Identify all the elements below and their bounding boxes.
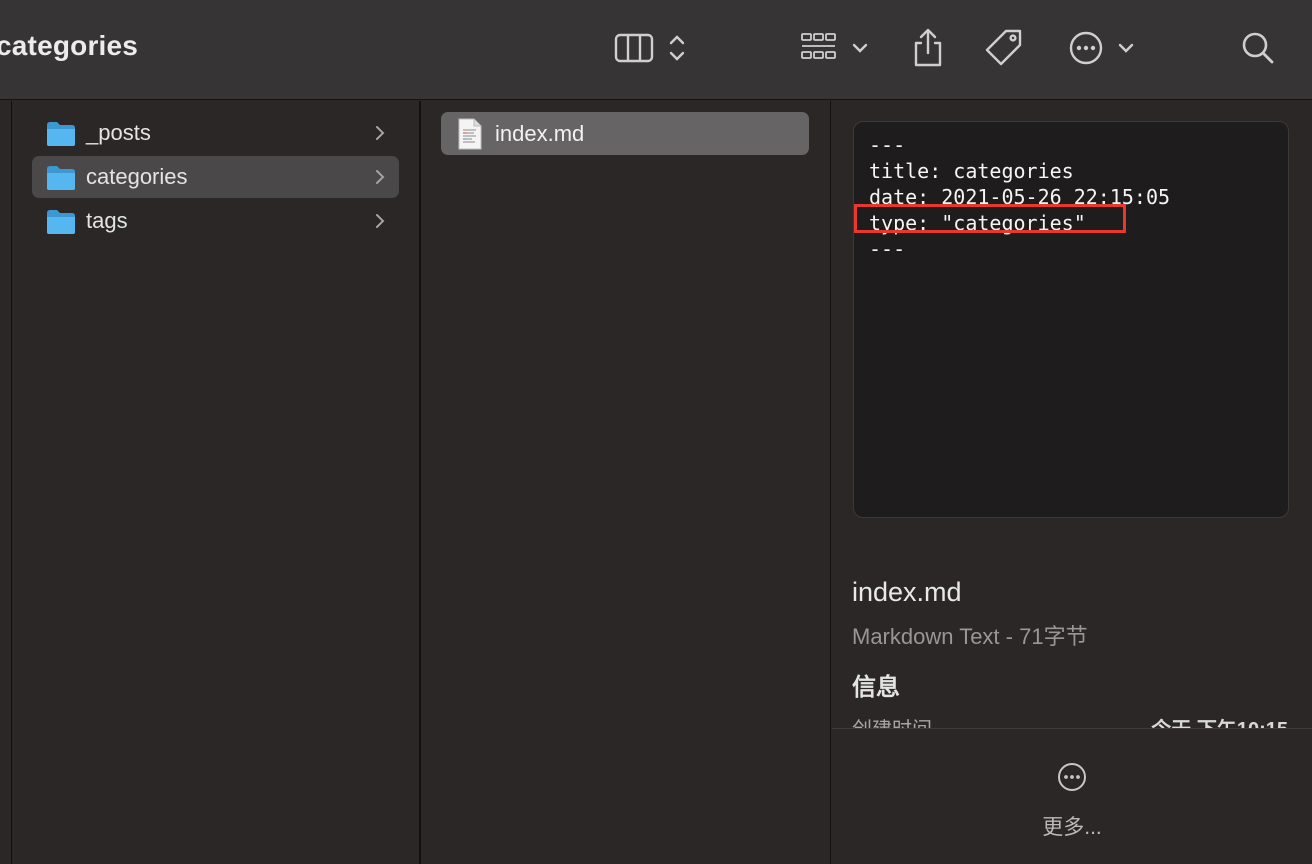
folder-item-posts[interactable]: _posts	[32, 112, 399, 154]
folder-item-label: categories	[86, 164, 188, 189]
folder-icon	[46, 165, 76, 196]
preview-line: ---	[869, 237, 906, 261]
chevron-down-icon[interactable]	[1116, 24, 1136, 72]
highlight-box	[854, 204, 1126, 233]
preview-line: ---	[869, 133, 906, 157]
preview-pane: --- title: categories date: 2021-05-26 22:…	[832, 101, 1312, 864]
search-icon[interactable]	[1240, 24, 1276, 72]
info-file-kind: Markdown Text - 71字节	[852, 624, 1088, 649]
preview-line: title: categories	[869, 159, 1074, 183]
folder-item-label: _posts	[86, 120, 151, 145]
toolbar: categories	[0, 0, 1312, 100]
file-column[interactable]: index.md	[421, 101, 831, 864]
folder-item-tags[interactable]: tags	[32, 200, 399, 242]
info-heading: 信息	[852, 674, 900, 701]
chevron-right-icon	[373, 212, 387, 235]
created-label: 创建时间	[852, 713, 932, 729]
folder-item-label: tags	[86, 208, 128, 233]
folder-icon	[46, 209, 76, 240]
file-item-label: index.md	[495, 121, 585, 146]
group-grid-icon[interactable]	[798, 24, 840, 72]
folder-column[interactable]: _posts categories tags	[12, 101, 421, 864]
window-title: categories	[0, 30, 139, 61]
more-ellipsis-icon[interactable]	[1056, 761, 1088, 798]
more-section: 更多...	[832, 728, 1312, 864]
created-value: 今天 下午10:15	[1151, 713, 1288, 729]
file-item-index-md[interactable]: index.md	[441, 112, 809, 155]
info-file-name: index.md	[852, 577, 962, 607]
more-button[interactable]: 更多...	[832, 811, 1312, 841]
share-icon[interactable]	[910, 24, 946, 72]
chevron-right-icon	[373, 124, 387, 147]
file-preview[interactable]: --- title: categories date: 2021-05-26 22:…	[853, 121, 1289, 518]
previous-column[interactable]	[0, 101, 12, 864]
view-switch-chevron-icon[interactable]	[666, 24, 688, 72]
folder-icon	[46, 121, 76, 152]
folder-item-categories[interactable]: categories	[32, 156, 399, 198]
tag-icon[interactable]	[982, 24, 1026, 72]
chevron-down-icon[interactable]	[850, 24, 870, 72]
more-actions-icon[interactable]	[1068, 24, 1104, 72]
info-created-row: 创建时间 今天 下午10:15	[852, 713, 1288, 729]
preview-code: --- title: categories date: 2021-05-26 22:…	[869, 132, 1170, 262]
columns-view-icon[interactable]	[614, 24, 656, 72]
finder-window: categories _posts categories tags index.…	[0, 0, 1312, 864]
chevron-right-icon	[373, 168, 387, 191]
markdown-document-icon	[457, 118, 483, 155]
